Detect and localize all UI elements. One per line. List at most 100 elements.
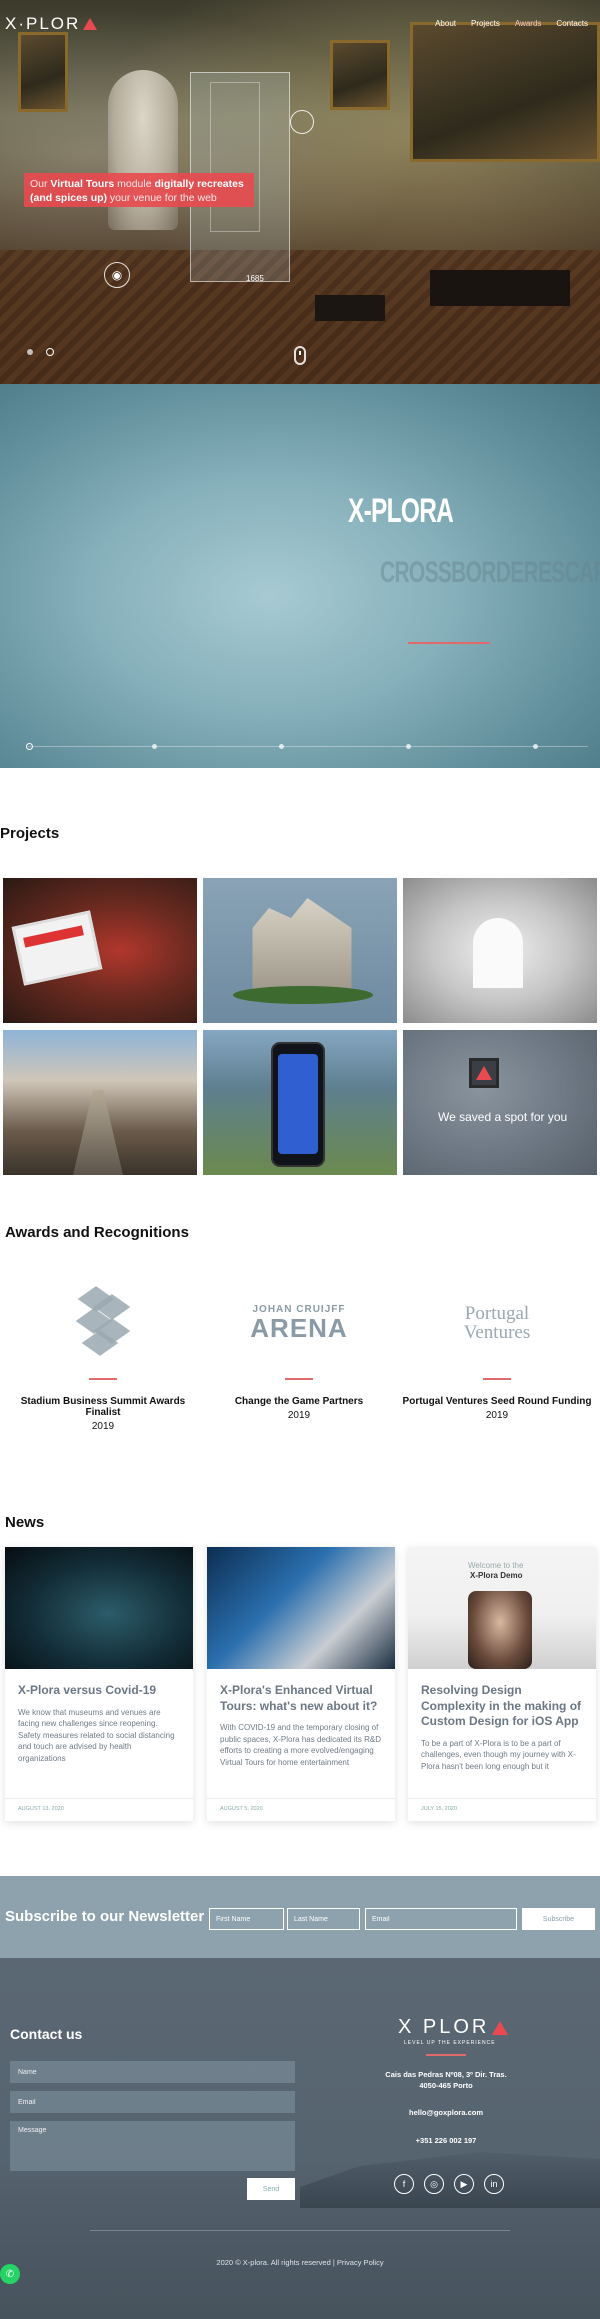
whatsapp-icon[interactable]: ✆ xyxy=(0,2264,20,2284)
newsletter-email-input[interactable] xyxy=(365,1908,517,1930)
project-tile[interactable] xyxy=(203,1030,397,1175)
footer-tagline: LEVEL UP THE EXPERIENCE xyxy=(404,2040,496,2046)
footer-logo[interactable]: X PLOR xyxy=(398,2016,509,2039)
timeline-dot[interactable] xyxy=(152,744,157,749)
nav-awards[interactable]: Awards xyxy=(515,19,542,28)
timeline-dot[interactable] xyxy=(279,744,284,749)
address-line: 4050-465 Porto xyxy=(419,2080,473,2090)
award-year: 2019 xyxy=(91,1421,115,1432)
footer-divider xyxy=(90,2230,510,2231)
logo-triangle-icon xyxy=(492,2020,509,2035)
project-tile[interactable] xyxy=(3,1030,197,1175)
news-image[interactable] xyxy=(5,1547,193,1669)
linkedin-icon[interactable]: in xyxy=(484,2174,504,2194)
cubes-icon xyxy=(75,1286,131,1358)
contact-name-input[interactable] xyxy=(10,2061,295,2083)
news-title[interactable]: Resolving Design Complexity in the makin… xyxy=(421,1683,583,1730)
news-card[interactable]: X-Plora versus Covid-19 We know that mus… xyxy=(5,1547,193,1821)
award-name: Change the Game Partners xyxy=(234,1396,364,1407)
news-image[interactable]: Welcome to the X-Plora Demo xyxy=(408,1547,596,1669)
award-item: JOHAN CRUIJFF ARENA Change the Game Part… xyxy=(204,1278,394,1422)
news-title[interactable]: X-Plora's Enhanced Virtual Tours: what's… xyxy=(220,1683,382,1714)
nav-projects[interactable]: Projects xyxy=(471,19,500,28)
news-date: AUGUST 13, 2020 xyxy=(18,1806,64,1812)
phone-shape xyxy=(271,1042,325,1167)
last-name-input[interactable] xyxy=(287,1908,360,1930)
video-ghost-text: CROSSBORDERESCAPE xyxy=(380,556,600,589)
award-name: Stadium Business Summit Awards Finalist xyxy=(20,1396,186,1418)
subscribe-button[interactable]: Subscribe xyxy=(522,1908,595,1930)
first-name-input[interactable] xyxy=(209,1908,284,1930)
newsletter-title: Subscribe to our Newsletter xyxy=(5,1908,205,1925)
news-excerpt: To be a part of X-Plora is to be a part … xyxy=(421,1738,576,1771)
logo-top-text: Portugal xyxy=(464,1303,530,1324)
logo-bottom-text: Ventures xyxy=(463,1322,531,1343)
award-logo xyxy=(8,1278,198,1368)
site-logo[interactable]: X·PLOR xyxy=(5,14,98,34)
cruyff-arena-logo: JOHAN CRUIJFF ARENA xyxy=(250,1305,348,1343)
youtube-icon[interactable]: ▶ xyxy=(454,2174,474,2194)
privacy-policy-link[interactable]: Privacy Policy xyxy=(337,2258,384,2267)
hero-tagline: Our Virtual Tours module digitally recre… xyxy=(24,173,254,207)
news-excerpt: With COVID-19 and the temporary closing … xyxy=(220,1723,381,1767)
project-tile[interactable]: We saved a spot for you xyxy=(403,1030,597,1175)
awards-heading: Awards and Recognitions xyxy=(5,1224,189,1241)
award-red-line xyxy=(89,1378,117,1380)
logo-bottom-text: ARENA xyxy=(250,1313,348,1343)
page: ◉ 1685 X·PLOR About Projects Awards Cont… xyxy=(0,0,600,2319)
footer-email[interactable]: hello@goxplora.com xyxy=(346,2108,546,2119)
contact-title: Contact us xyxy=(10,2026,83,2042)
news-image[interactable] xyxy=(207,1547,395,1669)
contact-message-input[interactable] xyxy=(10,2121,295,2171)
tagline-text: your venue for the web xyxy=(107,192,217,205)
footer-red-line xyxy=(426,2054,466,2056)
timeline-dot[interactable] xyxy=(533,744,538,749)
camera-icon[interactable]: ◉ xyxy=(104,262,130,288)
slider-dot[interactable] xyxy=(27,349,33,355)
project-tile[interactable] xyxy=(203,878,397,1023)
main-nav: About Projects Awards Contacts xyxy=(435,19,588,28)
museum-bench xyxy=(430,270,570,306)
news-title[interactable]: X-Plora versus Covid-19 xyxy=(18,1683,180,1699)
news-body: Resolving Design Complexity in the makin… xyxy=(408,1669,596,1773)
nav-about[interactable]: About xyxy=(435,19,456,28)
news-card[interactable]: X-Plora's Enhanced Virtual Tours: what's… xyxy=(207,1547,395,1821)
slider-dot-active[interactable] xyxy=(46,348,54,356)
tagline-bold: digitally recreates xyxy=(154,178,244,190)
award-name: Portugal Ventures Seed Round Funding xyxy=(402,1396,592,1407)
project-caption: We saved a spot for you xyxy=(438,1110,568,1124)
address: Cais das Pedras Nº08, 3º Dir. Tras. 4050… xyxy=(346,2070,546,2092)
award-logo: Portugal Ventures xyxy=(402,1278,592,1368)
news-divider xyxy=(408,1798,596,1799)
facebook-icon[interactable]: f xyxy=(394,2174,414,2194)
timeline-dot[interactable] xyxy=(406,744,411,749)
project-tile[interactable] xyxy=(3,878,197,1023)
scroll-mouse-icon[interactable] xyxy=(294,346,306,365)
tagline-text: Our xyxy=(30,178,51,190)
contact-email-input[interactable] xyxy=(10,2091,295,2113)
video-red-line xyxy=(408,642,490,644)
news-card[interactable]: Welcome to the X-Plora Demo Resolving De… xyxy=(408,1547,596,1821)
arch-shape xyxy=(473,918,523,988)
hotspot-icon[interactable] xyxy=(290,110,314,134)
portrait-shape xyxy=(468,1591,532,1669)
framed-logo-icon xyxy=(469,1058,499,1088)
award-year: 2019 xyxy=(485,1410,509,1421)
logo-text: X PLOR xyxy=(398,2016,490,2038)
logo-text: X·PLOR xyxy=(5,14,81,33)
instagram-icon[interactable]: ◎ xyxy=(424,2174,444,2194)
news-heading: News xyxy=(5,1514,45,1531)
grass-shape xyxy=(233,986,373,1004)
video-timeline[interactable] xyxy=(28,746,588,747)
tagline-bold: Virtual Tours xyxy=(50,178,115,190)
virtual-tour-panel xyxy=(210,82,260,232)
project-tile[interactable] xyxy=(403,878,597,1023)
tagline-bold: (and spices up) xyxy=(30,192,108,205)
nav-contacts[interactable]: Contacts xyxy=(556,19,588,28)
footer-phone[interactable]: +351 226 002 197 xyxy=(346,2136,546,2147)
timeline-dot-active[interactable] xyxy=(26,743,33,750)
image-text: Welcome to the xyxy=(468,1561,524,1570)
tablet-shape xyxy=(11,910,103,986)
video-section[interactable]: X-PLORA CROSSBORDERESCAPE xyxy=(0,384,600,768)
send-button[interactable]: Send xyxy=(247,2178,295,2200)
